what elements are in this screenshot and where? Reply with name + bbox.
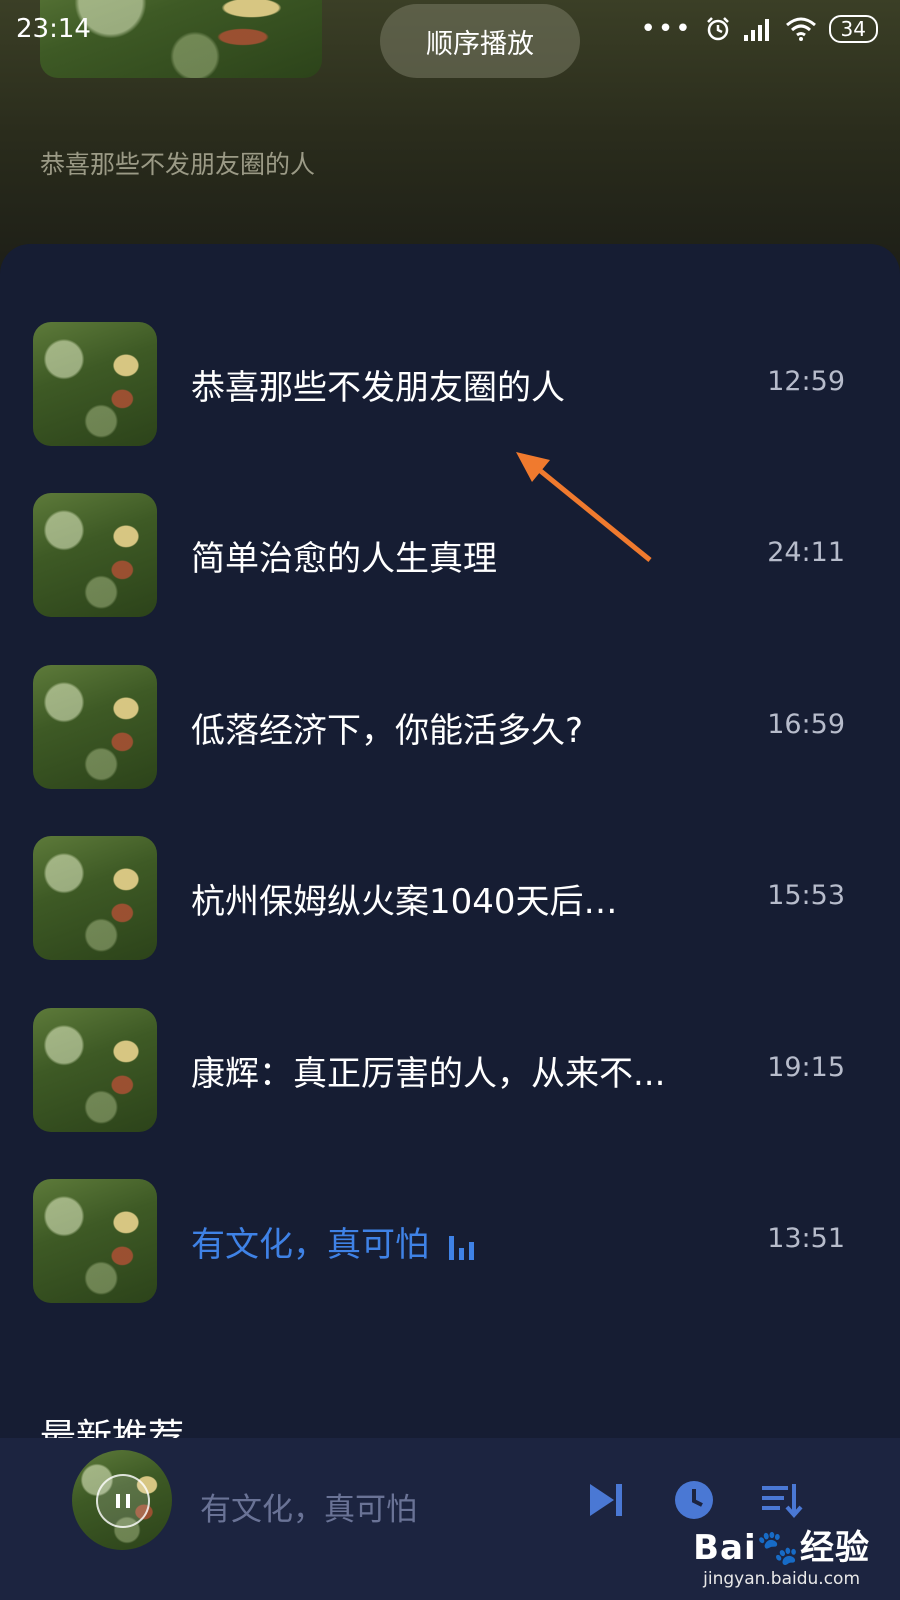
playlist-row[interactable]: 简单治愈的人生真理 24:11 bbox=[0, 491, 900, 621]
track-thumbnail bbox=[33, 322, 157, 446]
track-title: 杭州保姆纵火案1040天后… bbox=[191, 882, 618, 922]
track-title-text: 有文化，真可怕 bbox=[191, 1225, 429, 1265]
track-thumbnail bbox=[33, 493, 157, 617]
signal-icon bbox=[743, 19, 769, 41]
pause-button[interactable] bbox=[96, 1474, 150, 1528]
play-mode-button[interactable]: 顺序播放 bbox=[380, 4, 580, 78]
track-duration: 19:15 bbox=[767, 1052, 845, 1083]
status-icons: ••• 34 bbox=[641, 14, 878, 44]
track-duration: 16:59 bbox=[767, 709, 845, 740]
watermark-url: jingyan.baidu.com bbox=[703, 1569, 861, 1589]
track-title: 低落经济下，你能活多久? bbox=[191, 711, 584, 751]
wifi-icon bbox=[785, 17, 816, 41]
playlist-icon[interactable] bbox=[760, 1478, 804, 1522]
alarm-icon bbox=[706, 17, 729, 41]
now-playing-equalizer-icon bbox=[449, 1234, 474, 1260]
track-duration: 12:59 bbox=[767, 366, 845, 397]
track-title: 简单治愈的人生真理 bbox=[191, 539, 497, 579]
track-thumbnail bbox=[33, 836, 157, 960]
track-thumbnail bbox=[33, 1179, 157, 1303]
playlist-row-playing[interactable]: 有文化，真可怕 13:51 bbox=[0, 1177, 900, 1307]
album-subtitle: 恭喜那些不发朋友圈的人 bbox=[40, 150, 316, 179]
track-title: 康辉：真正厉害的人，从来不... bbox=[191, 1054, 666, 1094]
track-thumbnail bbox=[33, 1008, 157, 1132]
playlist-row[interactable]: 康辉：真正厉害的人，从来不... 19:15 bbox=[0, 1006, 900, 1136]
playlist-row[interactable]: 恭喜那些不发朋友圈的人 12:59 bbox=[0, 320, 900, 450]
playlist-row[interactable]: 杭州保姆纵火案1040天后… 15:53 bbox=[0, 834, 900, 964]
track-thumbnail bbox=[33, 665, 157, 789]
track-title: 恭喜那些不发朋友圈的人 bbox=[191, 368, 565, 408]
baidu-watermark: Bai🐾经验 jingyan.baidu.com bbox=[693, 1520, 870, 1589]
dots-icon: ••• bbox=[640, 14, 693, 44]
watermark-logo: Bai🐾经验 bbox=[693, 1528, 870, 1568]
track-duration: 24:11 bbox=[767, 537, 845, 568]
now-playing-title[interactable]: 有文化，真可怕 bbox=[200, 1484, 417, 1529]
battery-indicator: 34 bbox=[828, 15, 878, 43]
track-duration: 13:51 bbox=[767, 1223, 845, 1254]
timer-clock-icon[interactable] bbox=[672, 1478, 716, 1522]
track-title: 有文化，真可怕 bbox=[191, 1217, 474, 1266]
next-track-icon[interactable] bbox=[586, 1480, 626, 1520]
playlist-row[interactable]: 低落经济下，你能活多久? 16:59 bbox=[0, 663, 900, 793]
track-duration: 15:53 bbox=[767, 880, 845, 911]
annotation-arrow bbox=[516, 452, 652, 562]
status-time: 23:14 bbox=[16, 14, 91, 44]
